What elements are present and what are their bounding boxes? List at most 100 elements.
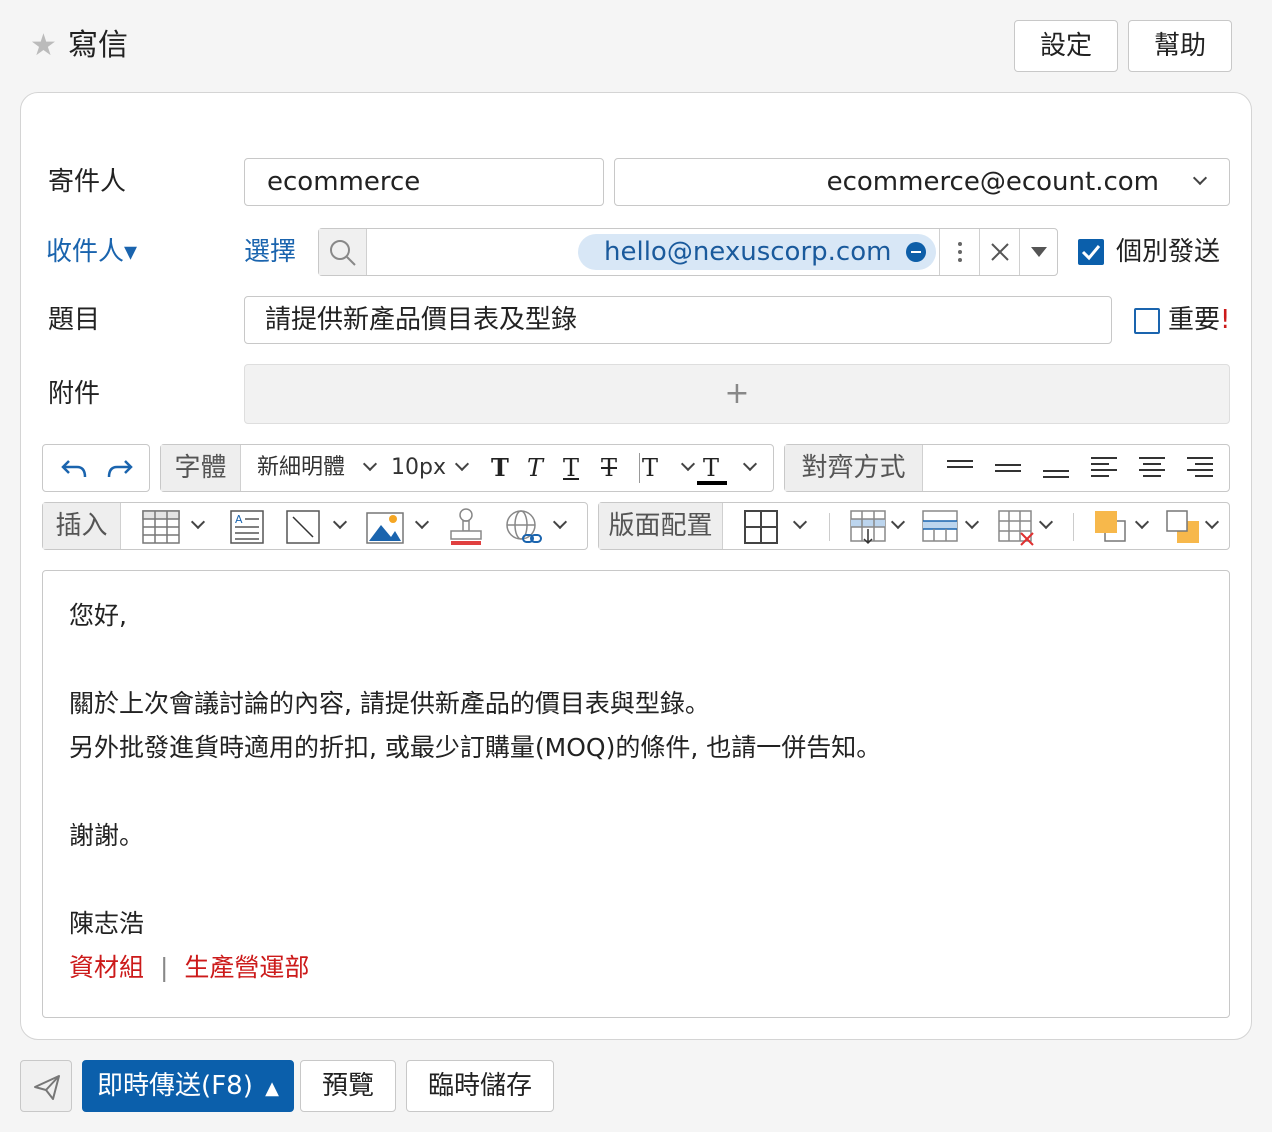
delete-cells-icon[interactable] (997, 509, 1037, 547)
more-vertical-icon (958, 242, 962, 262)
bold-icon[interactable]: T (491, 445, 509, 491)
send-icon-button[interactable] (20, 1060, 72, 1112)
caret-down-icon: ▾ (124, 237, 138, 267)
save-draft-button[interactable]: 臨時儲存 (406, 1060, 554, 1112)
redo-icon[interactable] (103, 455, 133, 481)
chevron-down-icon[interactable] (680, 456, 696, 472)
sender-email-select[interactable]: ecommerce@ecount.com (614, 158, 1230, 206)
search-icon (330, 240, 356, 266)
chevron-down-icon (1192, 170, 1208, 186)
merge-cells-icon[interactable] (921, 509, 959, 545)
individual-send-checkbox[interactable] (1078, 239, 1104, 265)
sender-label: 寄件人 (48, 167, 127, 197)
insert-toolbar: 插入 A (42, 502, 588, 550)
caret-down-icon (1031, 247, 1047, 257)
align-center-icon[interactable] (1137, 455, 1167, 481)
italic-icon[interactable]: T (527, 445, 543, 491)
subject-label: 題目 (48, 305, 101, 335)
strikethrough-icon[interactable]: T (601, 445, 617, 491)
line-icon[interactable] (285, 509, 321, 545)
toolbar-divider (829, 513, 830, 541)
table-icon[interactable] (141, 509, 181, 545)
attachment-dropzone[interactable]: + (244, 364, 1230, 424)
star-icon[interactable]: ★ (30, 30, 57, 62)
chevron-down-icon[interactable] (964, 514, 980, 530)
check-icon (1081, 245, 1101, 261)
signature-department: 資材組 | 生產營運部 (69, 953, 310, 982)
insert-row-icon[interactable] (849, 509, 887, 545)
chevron-down-icon[interactable] (1038, 514, 1054, 530)
paper-plane-icon (34, 1075, 60, 1100)
signature-name: 陳志浩 (69, 909, 145, 938)
line-height-icon[interactable] (1041, 457, 1071, 479)
font-family-select[interactable]: 新細明體 (257, 445, 345, 491)
sender-name-input[interactable]: ecommerce (244, 158, 604, 206)
select-recipient-link[interactable]: 選擇 (244, 236, 296, 268)
body-line: 另外批發進貨時適用的折扣, 或最少訂購量(MOQ)的條件, 也請一併告知。 (69, 733, 882, 762)
align-left-icon[interactable] (1089, 455, 1119, 481)
important-checkbox[interactable] (1134, 308, 1160, 334)
chevron-down-icon[interactable] (1204, 514, 1220, 530)
subject-input[interactable]: 請提供新產品價目表及型錄 (244, 296, 1112, 344)
clear-recipients-button[interactable] (979, 229, 1019, 275)
close-icon (991, 243, 1009, 261)
recipient-search-button[interactable] (319, 229, 367, 275)
recipient-chip[interactable]: hello@nexuscorp.com (578, 234, 936, 270)
image-icon[interactable] (365, 509, 405, 545)
bring-forward-icon[interactable] (1093, 509, 1129, 545)
recipient-label[interactable]: 收件人▾ (46, 236, 137, 268)
add-attachment-icon: + (724, 376, 750, 411)
individual-send-label: 個別發送 (1116, 237, 1221, 267)
caret-up-icon: ▲ (265, 1078, 279, 1099)
undo-icon[interactable] (61, 455, 91, 481)
align-group-label: 對齊方式 (785, 445, 923, 491)
layout-group-label: 版面配置 (599, 503, 723, 549)
stamp-icon[interactable] (447, 507, 485, 547)
font-size-select[interactable]: 10px (391, 445, 446, 491)
svg-text:A: A (235, 513, 243, 526)
sender-name-value: ecommerce (267, 167, 421, 197)
sender-email-value: ecommerce@ecount.com (826, 167, 1159, 197)
insert-group-label: 插入 (43, 503, 121, 549)
align-toolbar: 對齊方式 (784, 444, 1230, 492)
text-box-icon[interactable]: A (229, 509, 265, 545)
link-icon[interactable] (503, 507, 545, 547)
more-options-button[interactable] (939, 229, 979, 275)
paragraph-spacing-icon[interactable] (993, 457, 1023, 479)
send-now-button[interactable]: 即時傳送(F8) ▲ (82, 1060, 294, 1112)
chevron-down-icon[interactable] (362, 456, 378, 472)
recipient-chip-label: hello@nexuscorp.com (604, 237, 892, 267)
help-button[interactable]: 幫助 (1128, 20, 1232, 72)
message-body-editor[interactable]: 您好, 關於上次會議討論的內容, 請提供新產品的價目表與型錄。 另外批發進貨時適… (42, 570, 1230, 1018)
align-right-icon[interactable] (1185, 455, 1215, 481)
chevron-down-icon[interactable] (1134, 514, 1150, 530)
layout-toolbar: 版面配置 (598, 502, 1230, 550)
underline-icon[interactable]: T (563, 445, 579, 491)
important-label: 重要! (1168, 305, 1231, 335)
chevron-down-icon[interactable] (190, 514, 206, 530)
settings-button[interactable]: 設定 (1014, 20, 1118, 72)
layout-grid-icon[interactable] (743, 509, 779, 545)
history-toolbar (42, 444, 150, 492)
body-line: 您好, (69, 601, 127, 630)
important-mark: ! (1220, 305, 1231, 335)
remove-chip-icon[interactable] (906, 242, 926, 262)
line-spacing-icon[interactable] (945, 457, 975, 479)
font-group-label: 字體 (161, 445, 241, 491)
chevron-down-icon[interactable] (552, 514, 568, 530)
chevron-down-icon[interactable] (742, 456, 758, 472)
body-line: 謝謝。 (69, 821, 145, 850)
text-cursor-icon[interactable]: T (639, 453, 658, 483)
subject-value: 請提供新產品價目表及型錄 (265, 305, 578, 335)
chevron-down-icon[interactable] (792, 514, 808, 530)
attachment-label: 附件 (48, 379, 101, 409)
toolbar-divider (1073, 513, 1074, 541)
chevron-down-icon[interactable] (454, 456, 470, 472)
body-line: 關於上次會議討論的內容, 請提供新產品的價目表與型錄。 (69, 689, 710, 718)
recipient-dropdown-button[interactable] (1019, 229, 1057, 275)
send-backward-icon[interactable] (1165, 509, 1201, 545)
preview-button[interactable]: 預覽 (300, 1060, 396, 1112)
chevron-down-icon[interactable] (890, 514, 906, 530)
chevron-down-icon[interactable] (414, 514, 430, 530)
chevron-down-icon[interactable] (332, 514, 348, 530)
